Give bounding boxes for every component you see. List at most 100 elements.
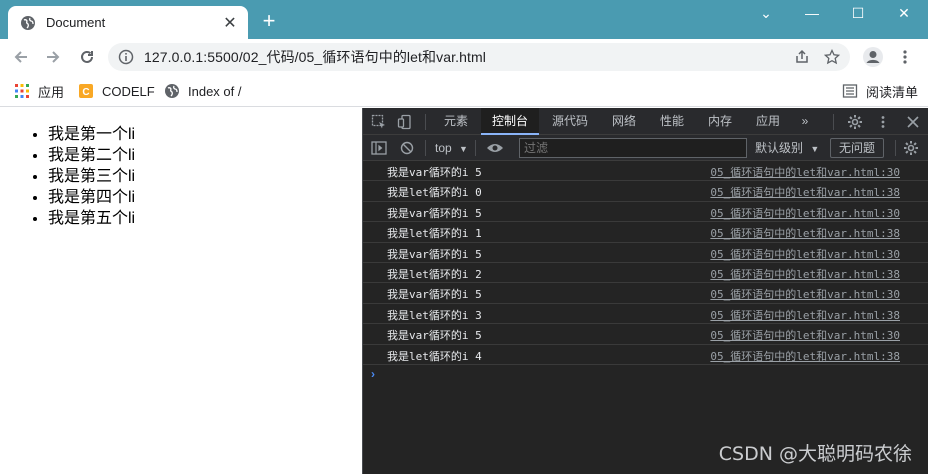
minimize-button[interactable]: — xyxy=(790,0,834,26)
toolbar-divider xyxy=(895,140,896,156)
console-log-row: 我是var循环的i 5 05_循环语句中的let和var.html:30 xyxy=(363,161,928,182)
console-log-row: 我是let循环的i 4 05_循环语句中的let和var.html:38 xyxy=(363,345,928,365)
tab-search-icon[interactable]: ⌄ xyxy=(744,0,788,26)
log-message: 我是var循环的i 5 xyxy=(387,329,482,343)
svg-text:C: C xyxy=(82,87,89,98)
console-settings-gear-icon[interactable] xyxy=(901,138,921,158)
log-source-link[interactable]: 05_循环语句中的let和var.html:30 xyxy=(710,164,900,180)
log-levels-dropdown[interactable]: 默认级别 ▼ xyxy=(755,138,819,158)
log-source-link[interactable]: 05_循环语句中的let和var.html:30 xyxy=(710,327,900,343)
console-log-row: 我是let循环的i 3 05_循环语句中的let和var.html:38 xyxy=(363,304,928,325)
sidebar-toggle-icon[interactable] xyxy=(369,138,389,158)
settings-gear-icon[interactable] xyxy=(845,112,865,132)
list-item: 我是第四个li xyxy=(48,187,362,208)
reading-list-icon xyxy=(842,84,858,98)
console-log-row: 我是let循环的i 2 05_循环语句中的let和var.html:38 xyxy=(363,263,928,284)
log-source-link[interactable]: 05_循环语句中的let和var.html:38 xyxy=(710,348,900,364)
info-icon[interactable] xyxy=(118,49,134,65)
bookmark-index[interactable]: Index of / xyxy=(164,81,241,101)
bookmarks-bar: 应用 C CODELF Index of / 阅读清单 xyxy=(0,75,928,107)
tab-elements[interactable]: 元素 xyxy=(433,108,479,135)
bookmark-label: CODELF xyxy=(102,83,155,99)
console-log-row: 我是let循环的i 0 05_循环语句中的let和var.html:38 xyxy=(363,181,928,202)
list-item: 我是第一个li xyxy=(48,124,362,145)
log-source-link[interactable]: 05_循环语句中的let和var.html:30 xyxy=(710,205,900,221)
reading-list[interactable]: 阅读清单 xyxy=(842,81,918,101)
reading-list-label: 阅读清单 xyxy=(866,84,919,100)
log-message: 我是var循环的i 5 xyxy=(387,288,482,302)
prompt-chevron-icon: › xyxy=(371,366,375,381)
list-item: 我是第二个li xyxy=(48,145,362,166)
device-toolbar-icon[interactable] xyxy=(395,112,415,132)
bookmark-codelf[interactable]: C CODELF xyxy=(78,81,155,101)
browser-toolbar: 127.0.0.1:5500/02_代码/05_循环语句中的let和var.ht… xyxy=(0,39,928,75)
profile-avatar[interactable] xyxy=(862,46,884,68)
tab-performance[interactable]: 性能 xyxy=(649,108,695,135)
li-list: 我是第一个li 我是第二个li 我是第三个li 我是第四个li 我是第五个li xyxy=(48,124,362,229)
more-tabs-button[interactable]: » xyxy=(793,108,817,135)
console-filter-input[interactable] xyxy=(519,138,747,158)
forward-button[interactable] xyxy=(42,46,64,68)
maximize-button[interactable]: ☐ xyxy=(836,0,880,26)
reload-button[interactable] xyxy=(76,46,98,68)
toolbar-divider xyxy=(425,114,426,130)
log-source-link[interactable]: 05_循环语句中的let和var.html:38 xyxy=(710,225,900,241)
codelf-icon: C xyxy=(79,84,93,98)
tab-close-icon[interactable]: ✕ xyxy=(220,13,240,33)
dropdown-arrow-icon: ▼ xyxy=(810,144,820,154)
issues-button[interactable]: 无问题 xyxy=(830,138,884,158)
log-source-link[interactable]: 05_循环语句中的let和var.html:30 xyxy=(710,246,900,262)
console-log-row: 我是var循环的i 5 05_循环语句中的let和var.html:30 xyxy=(363,202,928,223)
tab-console[interactable]: 控制台 xyxy=(481,108,539,135)
console-filter-bar: top ▼ 默认级别 ▼ 无问题 xyxy=(363,135,928,161)
devtools-panel: 元素 控制台 源代码 网络 性能 内存 应用 » top ▼ 过滤 默认级别 ▼… xyxy=(362,108,928,474)
devtools-tabbar: 元素 控制台 源代码 网络 性能 内存 应用 » xyxy=(363,108,928,135)
menu-button[interactable] xyxy=(894,46,916,68)
title-bar: Document ✕ + ⌄ — ☐ ✕ xyxy=(0,0,928,39)
tab-title: Document xyxy=(46,15,106,30)
close-window-button[interactable]: ✕ xyxy=(882,0,926,26)
browser-tab[interactable]: Document ✕ xyxy=(8,6,248,39)
share-icon[interactable] xyxy=(794,49,810,65)
console-prompt-row[interactable]: › xyxy=(363,365,928,385)
back-button[interactable] xyxy=(10,46,32,68)
log-message: 我是let循环的i 0 xyxy=(387,186,482,200)
dropdown-arrow-icon: ▼ xyxy=(459,144,468,154)
log-source-link[interactable]: 05_循环语句中的let和var.html:38 xyxy=(710,184,900,200)
address-bar[interactable]: 127.0.0.1:5500/02_代码/05_循环语句中的let和var.ht… xyxy=(108,43,850,71)
customize-kebab-icon[interactable] xyxy=(873,112,893,132)
log-source-link[interactable]: 05_循环语句中的let和var.html:38 xyxy=(710,307,900,323)
log-message: 我是var循环的i 5 xyxy=(387,206,482,220)
console-output: 我是var循环的i 5 05_循环语句中的let和var.html:30 我是le… xyxy=(363,161,928,385)
star-icon[interactable] xyxy=(824,49,840,65)
context-label: top xyxy=(435,141,452,155)
close-devtools-icon[interactable] xyxy=(903,112,923,132)
toolbar-divider xyxy=(425,140,426,156)
new-tab-button[interactable]: + xyxy=(258,10,280,32)
tab-sources[interactable]: 源代码 xyxy=(541,108,599,135)
context-selector[interactable]: top ▼ xyxy=(435,138,468,158)
inspect-element-icon[interactable] xyxy=(369,112,389,132)
bookmark-label: 应用 xyxy=(38,84,65,100)
tab-application[interactable]: 应用 xyxy=(745,108,791,135)
console-log-row: 我是var循环的i 5 05_循环语句中的let和var.html:30 xyxy=(363,243,928,263)
live-expression-eye-icon[interactable] xyxy=(485,138,505,158)
avatar-icon xyxy=(863,47,883,67)
log-source-link[interactable]: 05_循环语句中的let和var.html:30 xyxy=(710,286,900,302)
tab-network[interactable]: 网络 xyxy=(601,108,647,135)
console-log-row: 我是let循环的i 1 05_循环语句中的let和var.html:38 xyxy=(363,222,928,243)
url-text: 127.0.0.1:5500/02_代码/05_循环语句中的let和var.ht… xyxy=(144,49,486,65)
tab-memory[interactable]: 内存 xyxy=(697,108,743,135)
levels-label: 默认级别 xyxy=(755,141,804,155)
page-content: 我是第一个li 我是第二个li 我是第三个li 我是第四个li 我是第五个li xyxy=(0,108,362,474)
bookmark-apps[interactable]: 应用 xyxy=(14,81,64,101)
console-log-row: 我是var循环的i 5 05_循环语句中的let和var.html:30 xyxy=(363,324,928,345)
kebab-menu-icon xyxy=(903,50,907,64)
arrow-left-icon xyxy=(14,51,27,63)
log-source-link[interactable]: 05_循环语句中的let和var.html:38 xyxy=(710,266,900,282)
clear-console-icon[interactable] xyxy=(397,138,417,158)
log-message: 我是let循环的i 2 xyxy=(387,267,482,281)
list-item: 我是第三个li xyxy=(48,166,362,187)
reload-icon xyxy=(81,50,93,63)
bookmark-label: Index of / xyxy=(188,83,242,99)
